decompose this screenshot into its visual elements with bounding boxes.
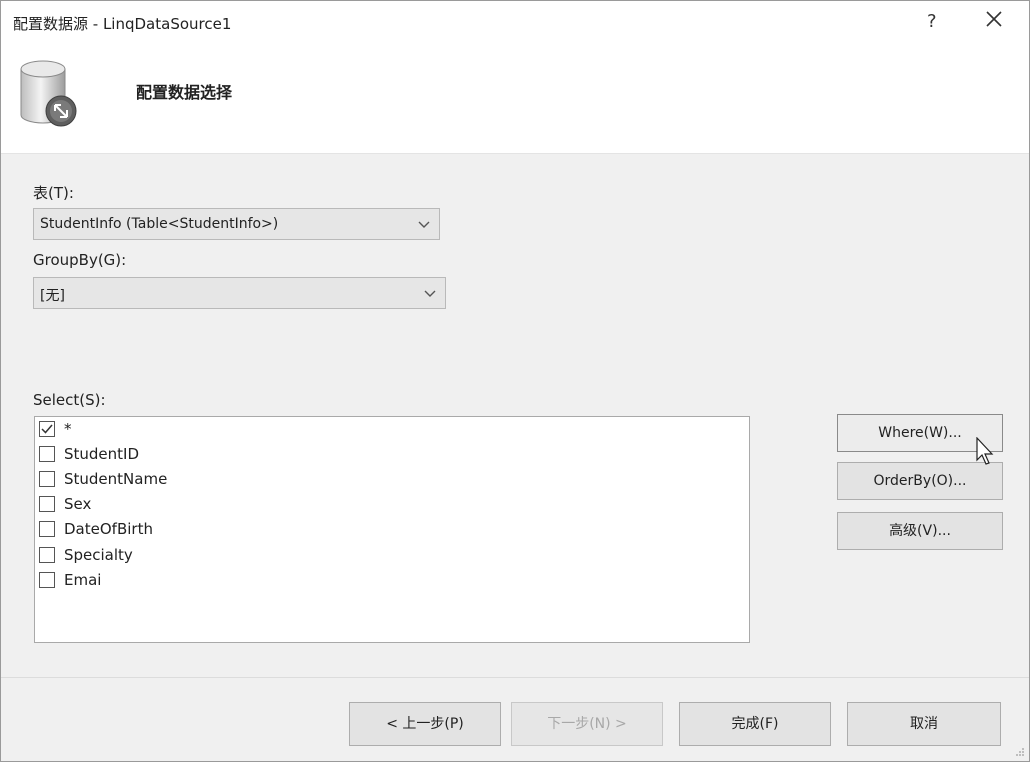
select-label: Select(S):: [33, 391, 106, 409]
wizard-header: 配置数据选择: [1, 45, 1029, 154]
close-button[interactable]: [985, 7, 1003, 33]
close-icon: [986, 11, 1002, 27]
groupby-dropdown[interactable]: [无]: [33, 277, 446, 309]
title-bar: 配置数据源 - LinqDataSource1 ?: [1, 1, 1029, 45]
checkmark-icon: [41, 424, 53, 434]
list-item-label: Sex: [64, 495, 92, 513]
list-item-label: StudentID: [64, 445, 140, 463]
configure-data-source-dialog: 配置数据源 - LinqDataSource1 ? 配置数据选择 表(T): S…: [0, 0, 1030, 762]
mouse-pointer-icon: [976, 437, 994, 465]
table-dropdown-value: StudentInfo (Table<StudentInfo>): [40, 216, 279, 232]
footer-divider: [1, 677, 1029, 678]
checkbox-checked[interactable]: [39, 421, 55, 437]
table-label: 表(T):: [33, 184, 74, 202]
finish-button[interactable]: 完成(F): [679, 702, 831, 746]
list-item-label: Emai: [64, 571, 102, 589]
checkbox[interactable]: [39, 521, 55, 537]
list-item-label: *: [64, 420, 72, 438]
list-item-email[interactable]: Emai: [39, 570, 339, 592]
groupby-label: GroupBy(G):: [33, 251, 127, 269]
back-button[interactable]: < 上一步(P): [349, 702, 501, 746]
help-button[interactable]: ?: [927, 11, 937, 32]
list-item-specialty[interactable]: Specialty: [39, 545, 339, 567]
list-item-label: DateOfBirth: [64, 520, 153, 538]
groupby-dropdown-value: [无]: [40, 288, 65, 304]
chevron-down-icon: [418, 221, 430, 228]
checkbox[interactable]: [39, 471, 55, 487]
resize-grip-icon[interactable]: [1015, 747, 1025, 757]
checkbox[interactable]: [39, 572, 55, 588]
list-item-sex[interactable]: Sex: [39, 494, 339, 516]
checkbox[interactable]: [39, 446, 55, 462]
checkbox[interactable]: [39, 496, 55, 512]
database-icon: [20, 60, 77, 127]
chevron-down-icon: [424, 290, 436, 297]
orderby-button[interactable]: OrderBy(O)...: [837, 462, 1003, 500]
list-item-star[interactable]: *: [39, 419, 339, 441]
list-item-label: Specialty: [64, 546, 133, 564]
select-field-list[interactable]: * StudentID StudentName Sex DateOfBirth …: [34, 416, 750, 643]
list-item-studentid[interactable]: StudentID: [39, 444, 339, 466]
list-item-dateofbirth[interactable]: DateOfBirth: [39, 519, 339, 541]
page-title: 配置数据选择: [136, 83, 233, 102]
window-title: 配置数据源 - LinqDataSource1: [13, 15, 232, 33]
table-dropdown[interactable]: StudentInfo (Table<StudentInfo>): [33, 208, 440, 240]
checkbox[interactable]: [39, 547, 55, 563]
cancel-button[interactable]: 取消: [847, 702, 1001, 746]
next-button[interactable]: 下一步(N) >: [511, 702, 663, 746]
list-item-studentname[interactable]: StudentName: [39, 469, 339, 491]
advanced-button[interactable]: 高级(V)...: [837, 512, 1003, 550]
list-item-label: StudentName: [64, 470, 168, 488]
